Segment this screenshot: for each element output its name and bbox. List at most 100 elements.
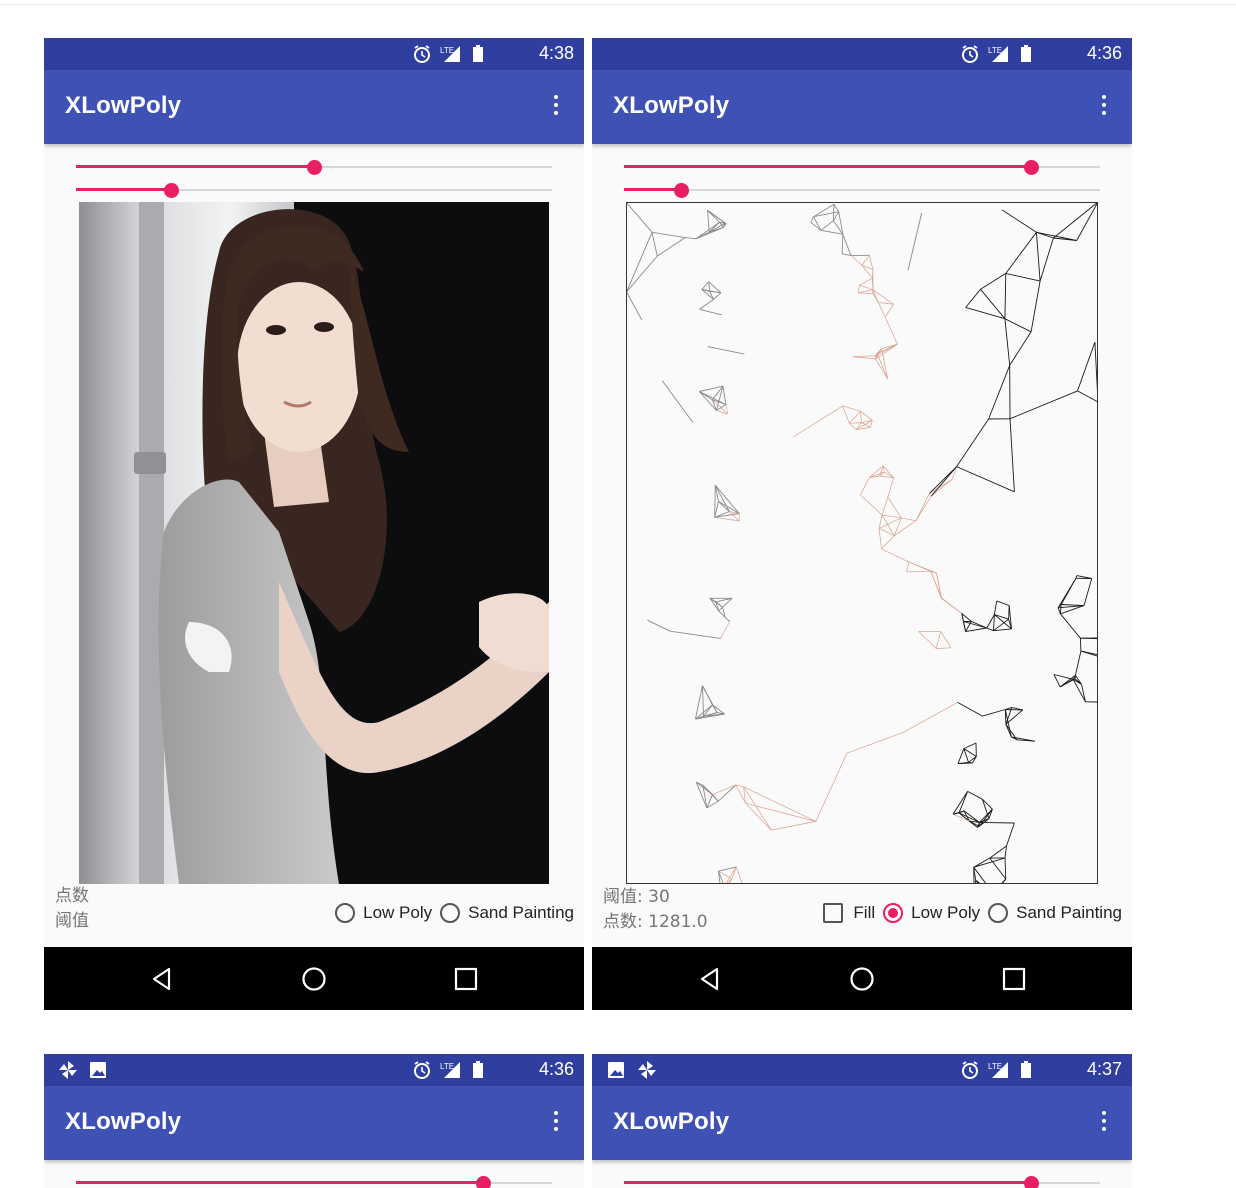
points-slider[interactable] xyxy=(76,1173,552,1188)
threshold-label: 阈值 xyxy=(55,911,89,931)
status-time: 4:36 xyxy=(1086,43,1122,63)
page-divider xyxy=(0,4,1236,5)
radio-low-poly-indicator xyxy=(335,903,356,923)
radio-sand-painting[interactable]: Sand Painting xyxy=(440,903,574,923)
mesh-edge xyxy=(714,485,716,518)
nav-bar xyxy=(44,947,584,1010)
phone-screen-3: LTE 4:36 XLowPoly xyxy=(44,1054,584,1188)
nav-bar xyxy=(592,947,1132,1010)
notification-icons xyxy=(59,1061,106,1079)
mesh-edge xyxy=(1005,709,1023,711)
radio-low-poly[interactable]: Low Poly xyxy=(883,903,980,923)
fill-checkbox[interactable]: Fill xyxy=(823,903,875,923)
mesh-edge xyxy=(979,821,1015,824)
home-icon[interactable] xyxy=(301,966,327,992)
threshold-slider[interactable] xyxy=(624,180,1100,200)
alarm-icon xyxy=(414,45,430,63)
svg-text:LTE: LTE xyxy=(440,1062,454,1071)
threshold-slider-fill xyxy=(624,188,682,191)
phone-screen-1: LTE 4:38 XLowPoly 点数 阈值 Low Poly Sand Pa… xyxy=(44,38,584,1010)
points-slider-fill xyxy=(624,1181,1031,1184)
svg-text:LTE: LTE xyxy=(988,1062,1002,1071)
points-slider-thumb[interactable] xyxy=(1023,160,1039,175)
alarm-icon xyxy=(962,45,978,63)
points-slider-thumb[interactable] xyxy=(475,1176,491,1188)
threshold-slider[interactable] xyxy=(76,180,552,200)
source-photo xyxy=(79,202,549,884)
status-bar: LTE 4:36 xyxy=(592,38,1132,70)
battery-icon xyxy=(473,45,483,62)
status-icons: LTE xyxy=(414,1061,483,1079)
svg-text:LTE: LTE xyxy=(988,46,1002,55)
radio-sand-painting-indicator xyxy=(988,903,1009,923)
points-label: 点数: 1281.0 xyxy=(603,912,708,932)
status-bar: LTE 4:38 xyxy=(44,38,584,70)
fill-checkbox-label: Fill xyxy=(853,903,876,922)
threshold-label: 阈值: 30 xyxy=(603,887,670,907)
points-slider[interactable] xyxy=(76,157,552,177)
threshold-slider-fill xyxy=(76,188,172,191)
mesh-edge xyxy=(1079,638,1082,652)
app-title: XLowPoly xyxy=(65,92,182,119)
status-icons: LTE xyxy=(414,45,483,63)
back-icon[interactable] xyxy=(149,966,175,992)
mesh-edge xyxy=(1004,709,1007,725)
radio-low-poly-label: Low Poly xyxy=(911,903,981,922)
phone-screen-4: LTE 4:37 XLowPoly xyxy=(592,1054,1132,1188)
app-title: XLowPoly xyxy=(613,1108,730,1135)
app-title: XLowPoly xyxy=(613,92,730,119)
svg-text:LTE: LTE xyxy=(440,46,454,55)
back-icon[interactable] xyxy=(697,966,723,992)
lte-signal-icon: LTE xyxy=(988,46,1008,62)
radio-sand-painting[interactable]: Sand Painting xyxy=(988,903,1122,923)
radio-low-poly[interactable]: Low Poly xyxy=(335,903,432,923)
points-label: 点数 xyxy=(55,886,89,906)
points-slider[interactable] xyxy=(624,157,1100,177)
radio-sand-painting-label: Sand Painting xyxy=(468,903,574,922)
alarm-icon xyxy=(414,1061,430,1079)
status-icons: LTE xyxy=(962,1061,1031,1079)
status-bar: LTE 4:37 xyxy=(592,1054,1132,1086)
points-slider-thumb[interactable] xyxy=(307,160,322,175)
recents-icon[interactable] xyxy=(1001,966,1027,992)
threshold-slider-thumb[interactable] xyxy=(164,183,180,198)
battery-icon xyxy=(1021,1061,1031,1078)
battery-icon xyxy=(473,1061,483,1078)
app-bar: XLowPoly xyxy=(44,1086,584,1160)
points-slider-fill xyxy=(76,165,314,168)
pinwheel-icon xyxy=(59,1061,77,1079)
points-slider-thumb[interactable] xyxy=(1023,1176,1039,1188)
home-icon[interactable] xyxy=(849,966,875,992)
battery-icon xyxy=(1021,45,1031,62)
status-icons: LTE xyxy=(962,45,1031,63)
low-poly-render xyxy=(626,202,1098,884)
threshold-slider-thumb[interactable] xyxy=(674,183,690,198)
image-icon xyxy=(90,1062,106,1078)
app-bar: XLowPoly xyxy=(592,1086,1132,1160)
points-slider[interactable] xyxy=(624,1173,1100,1188)
notification-icons xyxy=(608,1061,656,1079)
more-vert-icon[interactable] xyxy=(548,1108,564,1138)
app-bar: XLowPoly xyxy=(44,70,584,144)
radio-low-poly-indicator xyxy=(883,903,904,923)
app-bar: XLowPoly xyxy=(592,70,1132,144)
fill-checkbox-box xyxy=(823,903,844,923)
more-vert-icon[interactable] xyxy=(548,92,564,122)
status-time: 4:36 xyxy=(538,1059,574,1079)
app-title: XLowPoly xyxy=(65,1108,182,1135)
lte-signal-icon: LTE xyxy=(988,1062,1008,1078)
status-time: 4:38 xyxy=(538,43,574,63)
lte-signal-icon: LTE xyxy=(440,1062,460,1078)
points-slider-fill xyxy=(624,165,1031,168)
pinwheel-icon xyxy=(638,1061,656,1079)
more-vert-icon[interactable] xyxy=(1096,1108,1112,1138)
radio-sand-painting-indicator xyxy=(440,903,461,923)
status-time: 4:37 xyxy=(1086,1059,1122,1079)
info-panel: 点数 阈值 xyxy=(55,884,89,934)
radio-low-poly-label: Low Poly xyxy=(363,903,433,922)
more-vert-icon[interactable] xyxy=(1096,92,1112,122)
mode-radio-group: Fill Low Poly Sand Painting xyxy=(815,898,1122,928)
radio-sand-painting-label: Sand Painting xyxy=(1016,903,1122,922)
recents-icon[interactable] xyxy=(453,966,479,992)
mesh-edge xyxy=(1008,605,1010,620)
